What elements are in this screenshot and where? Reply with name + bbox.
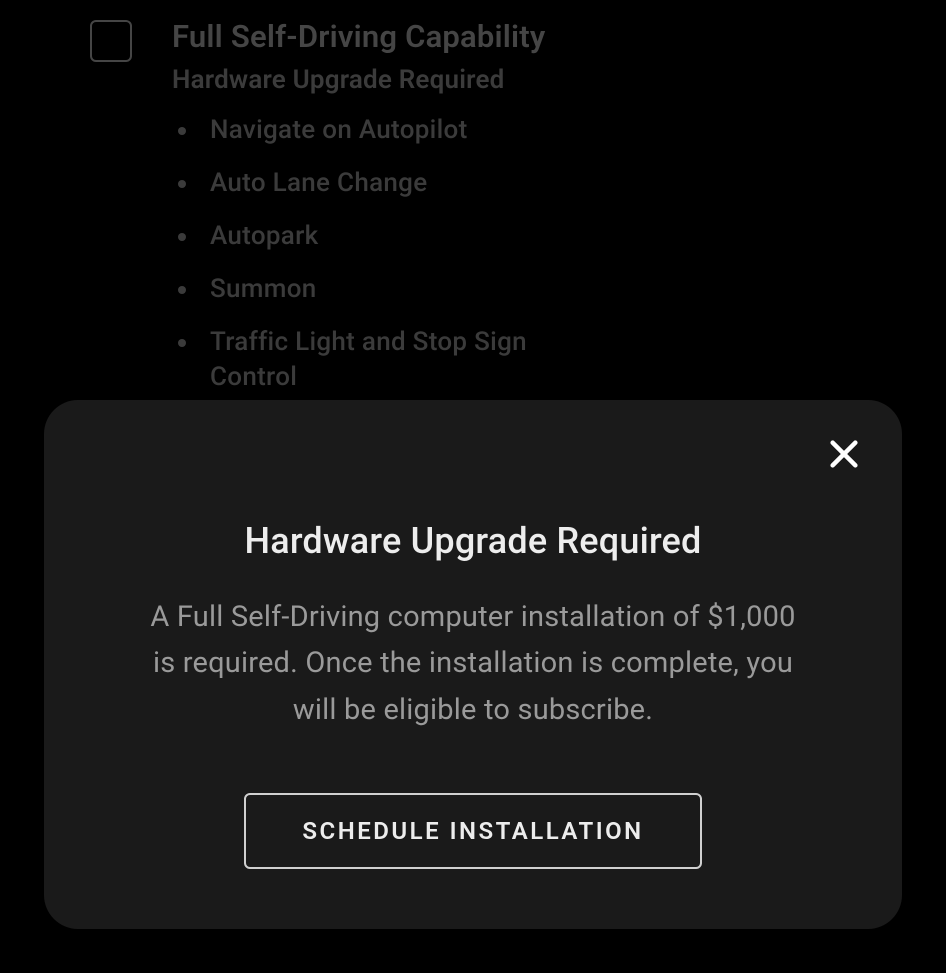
list-item: Auto Lane Change xyxy=(172,166,906,201)
close-icon xyxy=(827,437,861,471)
option-subtitle: Hardware Upgrade Required xyxy=(172,65,906,95)
list-item: Summon xyxy=(172,272,906,307)
option-row: Full Self-Driving Capability Hardware Up… xyxy=(90,18,906,414)
fsd-checkbox[interactable] xyxy=(90,20,132,62)
feature-list: Navigate on Autopilot Auto Lane Change A… xyxy=(172,113,906,396)
fsd-option: Full Self-Driving Capability Hardware Up… xyxy=(90,18,906,414)
schedule-installation-button[interactable]: SCHEDULE INSTALLATION xyxy=(244,793,701,869)
list-item: Autopark xyxy=(172,219,906,254)
list-item: Traffic Light and Stop Sign Control xyxy=(172,325,572,395)
modal-body: A Full Self-Driving computer installatio… xyxy=(92,594,854,733)
hardware-upgrade-modal: Hardware Upgrade Required A Full Self-Dr… xyxy=(44,400,902,929)
option-content: Full Self-Driving Capability Hardware Up… xyxy=(172,18,906,414)
list-item: Navigate on Autopilot xyxy=(172,113,906,148)
close-button[interactable] xyxy=(824,434,864,474)
option-title: Full Self-Driving Capability xyxy=(172,18,906,55)
modal-title: Hardware Upgrade Required xyxy=(92,520,854,562)
